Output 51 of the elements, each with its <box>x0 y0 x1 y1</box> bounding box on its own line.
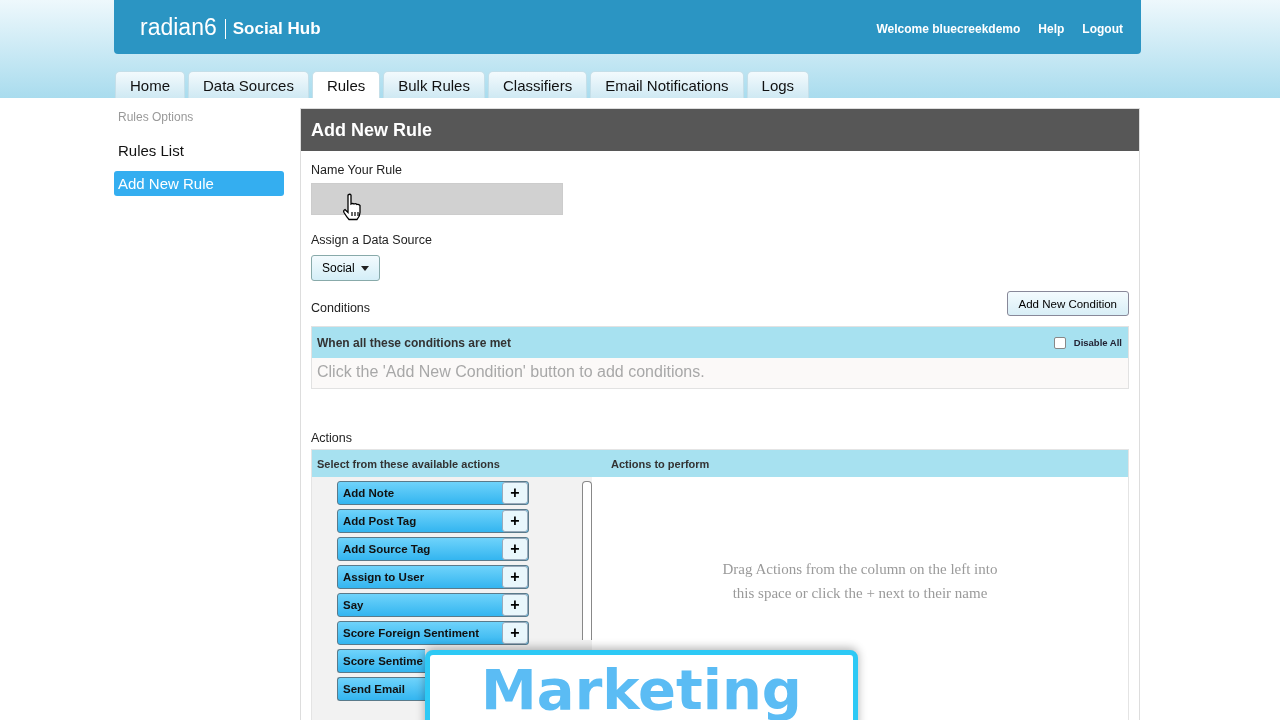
add-action-button[interactable]: + <box>502 622 528 644</box>
hand-cursor-icon <box>341 193 363 221</box>
action-label: Say <box>342 599 364 611</box>
action-item[interactable]: Add Note + <box>337 481 529 505</box>
section-label: Actions <box>311 431 353 445</box>
conditions-empty-text: Click the 'Add New Condition' button to add conditions. <box>312 358 1128 388</box>
action-item[interactable]: Say + <box>337 593 529 617</box>
rule-name-field[interactable] <box>311 183 563 215</box>
nav-tab[interactable]: Email Notifications <box>590 71 744 98</box>
action-label: Add Post Tag <box>342 515 417 527</box>
action-item[interactable]: Add Post Tag + <box>337 509 529 533</box>
add-condition-button[interactable]: Add New Condition <box>1006 291 1129 316</box>
add-action-button[interactable]: + <box>502 594 528 616</box>
action-item[interactable]: Score Foreign Sentiment + <box>337 621 529 645</box>
logo: radian6 <box>140 13 217 41</box>
add-action-button[interactable]: + <box>502 482 528 504</box>
conditions-title: When all these conditions are met <box>317 335 512 350</box>
action-item[interactable]: Assign to User + <box>337 565 529 589</box>
nav-tab[interactable]: Classifiers <box>487 71 588 98</box>
caret-icon <box>360 265 369 271</box>
column-header: Actions to perform <box>611 457 710 470</box>
action-item[interactable]: Score Sentime <box>337 649 425 673</box>
action-label: Add Note <box>342 487 395 499</box>
scrollbar[interactable] <box>582 481 592 640</box>
column-header: Select from these available actions <box>316 457 501 470</box>
field-label: Name Your Rule <box>311 163 404 177</box>
section-label: Conditions <box>311 301 371 315</box>
action-item[interactable]: Add Source Tag + <box>337 537 529 561</box>
action-label: Add Source Tag <box>342 543 431 555</box>
add-action-button[interactable]: + <box>502 566 528 588</box>
add-action-button[interactable]: + <box>502 510 528 532</box>
action-label: Score Sentime <box>342 655 423 667</box>
action-label: Send Email <box>342 683 405 695</box>
nav-tab[interactable]: Data Sources <box>188 71 309 98</box>
checkbox[interactable] <box>1053 336 1066 349</box>
product-name: Social Hub <box>232 19 321 39</box>
nav-tab[interactable]: Bulk Rules <box>383 71 485 98</box>
panel-title: Add New Rule <box>301 109 1139 151</box>
action-item[interactable]: Send Email <box>337 677 425 701</box>
nav-tab[interactable]: Logs <box>746 71 810 98</box>
checkbox-label: Disable All <box>1073 337 1122 348</box>
sidebar-title: Rules Options <box>117 109 195 126</box>
nav-tab[interactable]: Home <box>115 71 185 98</box>
add-action-button[interactable]: + <box>502 538 528 560</box>
field-label: Assign a Data Source <box>311 233 433 247</box>
data-source-dropdown[interactable]: Social <box>311 255 380 281</box>
drop-hint-text: Drag Actions from the column on the left into this space or click the + next to their name <box>721 560 999 603</box>
action-label: Assign to User <box>342 571 425 583</box>
nav-tab[interactable]: Rules <box>311 71 381 98</box>
action-label: Score Foreign Sentiment <box>342 627 480 639</box>
sidebar-item[interactable]: Rules List <box>114 138 284 163</box>
